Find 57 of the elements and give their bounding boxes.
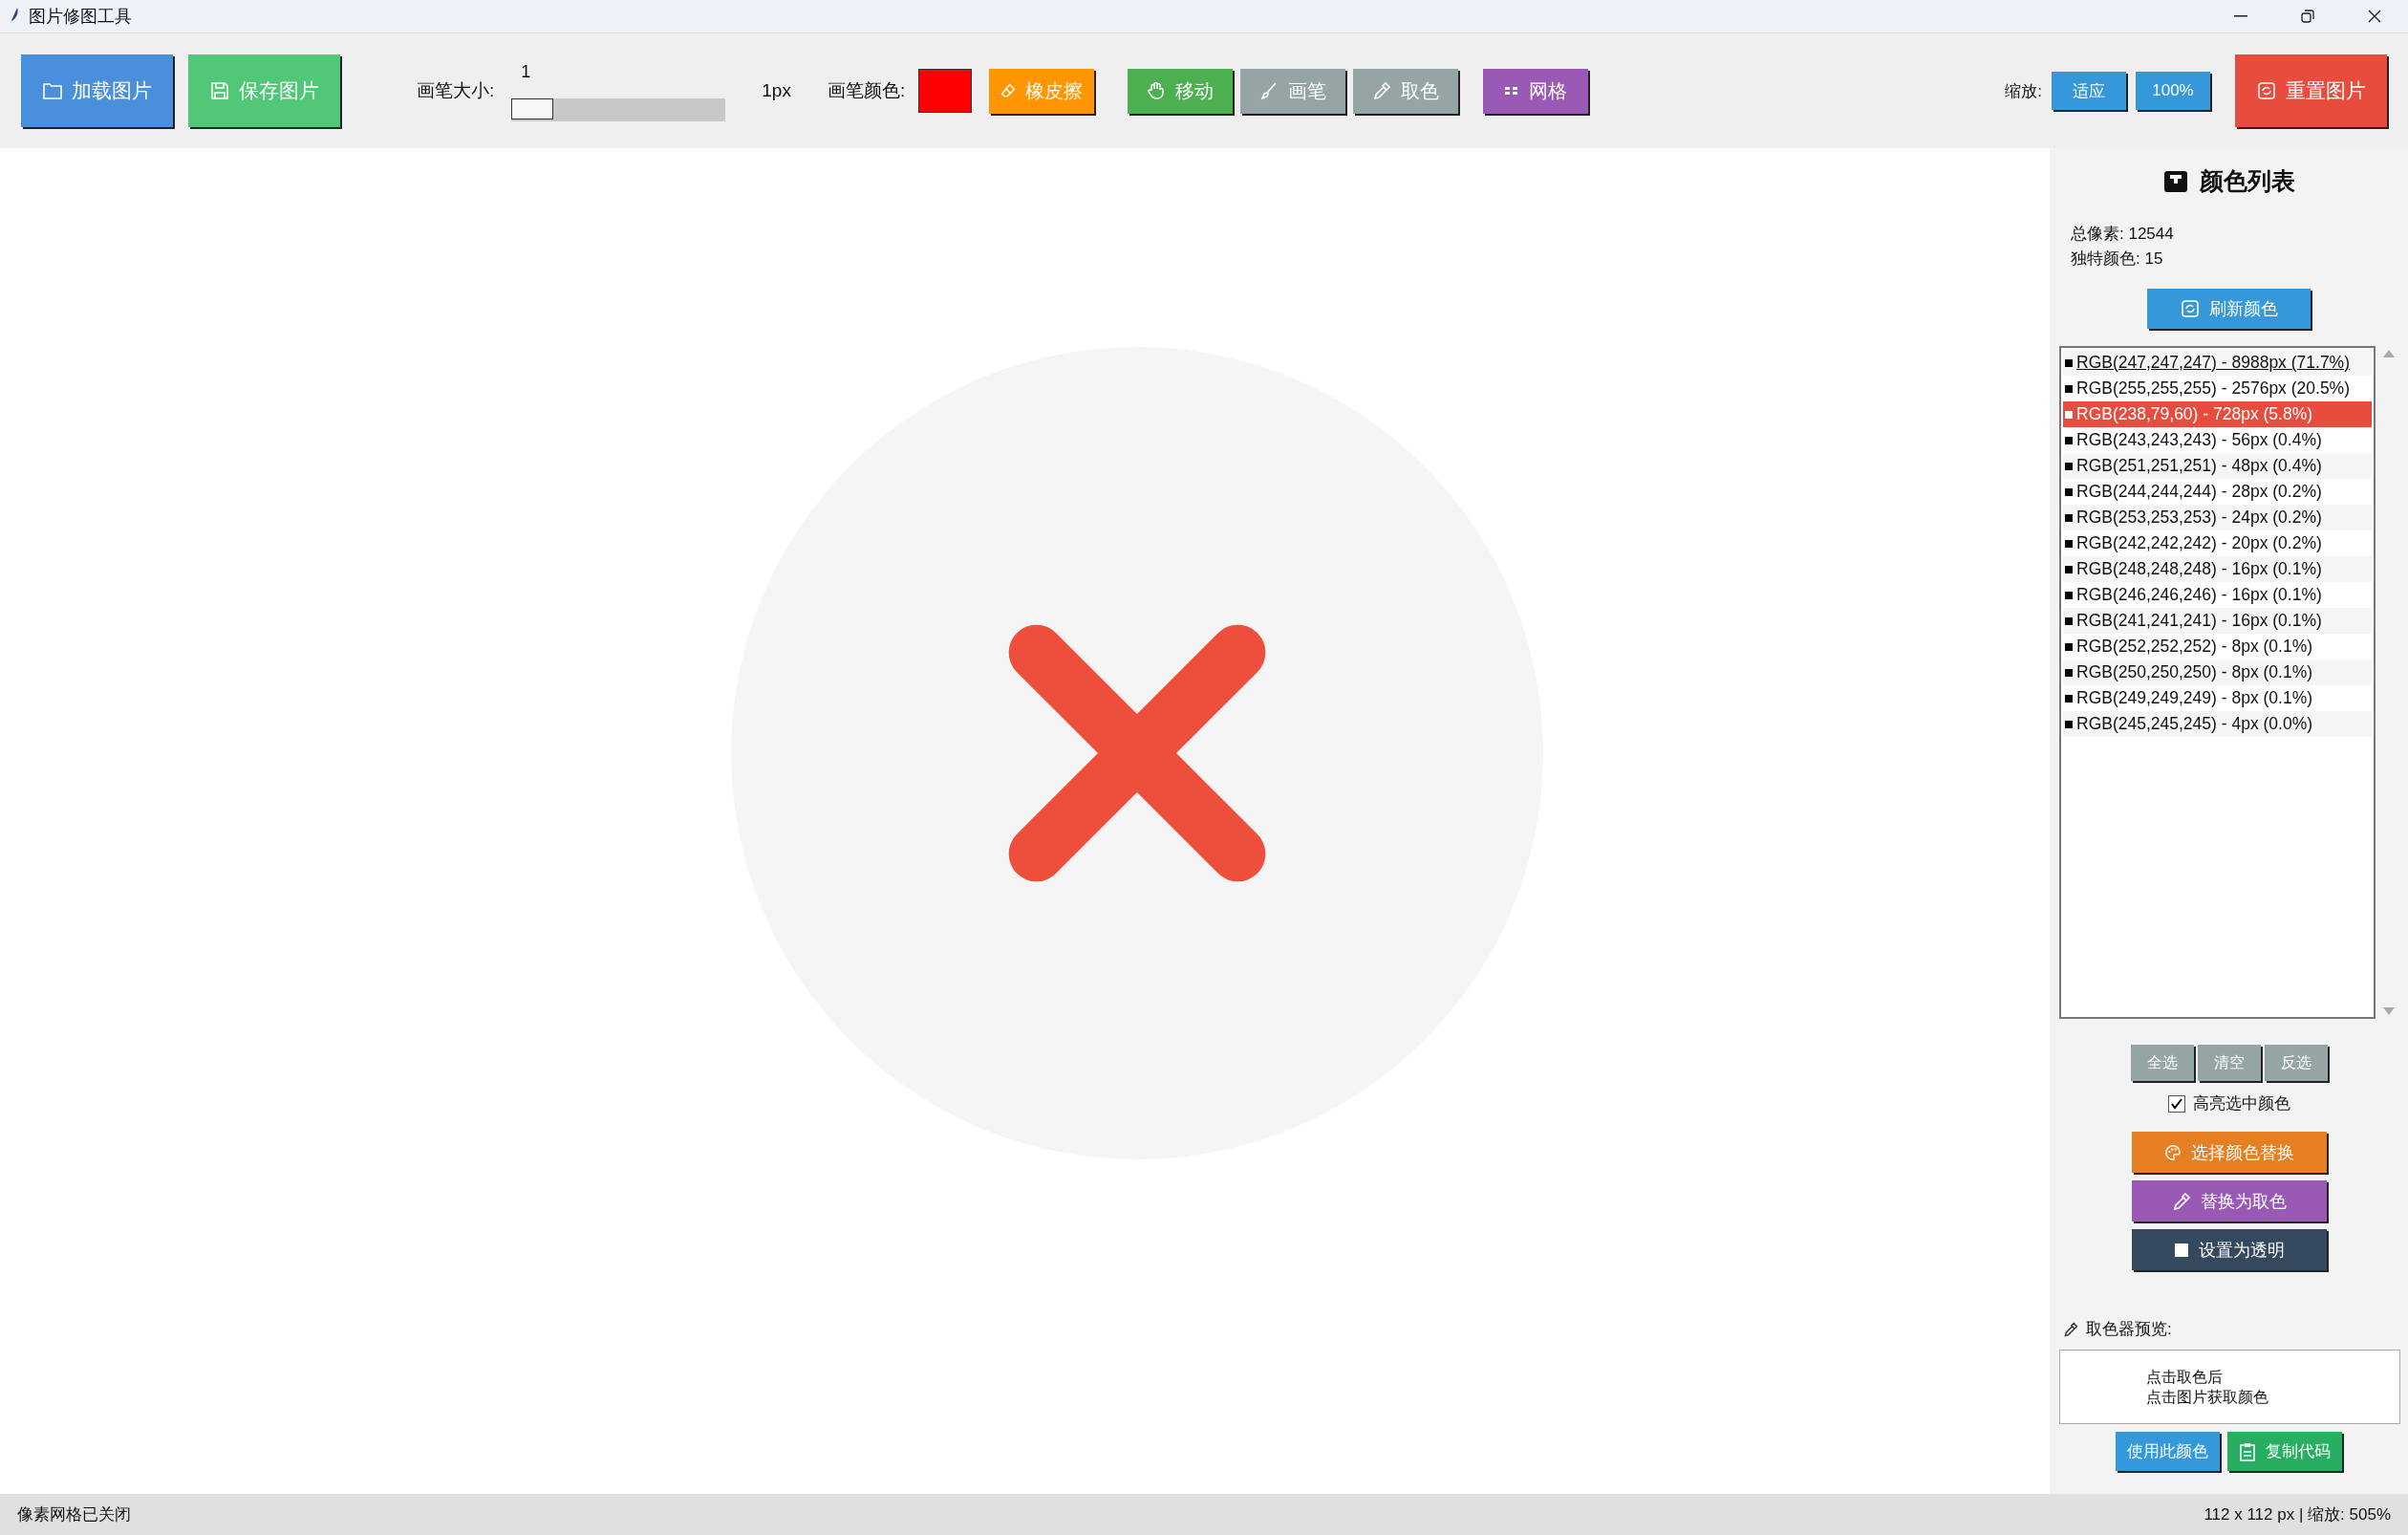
status-info: 112 x 112 px | 缩放: 505% — [2204, 1504, 2391, 1525]
toolbar-button[interactable]: 画笔 — [1240, 68, 1346, 114]
refresh-button[interactable]: 刷新颜色 — [2147, 289, 2311, 329]
refresh-icon — [2180, 299, 2200, 318]
panel-title: 颜色列表 — [2199, 166, 2295, 196]
list-button[interactable]: 反选 — [2264, 1045, 2328, 1081]
color-list-item[interactable]: RGB(248,248,248) - 16px (0.1%) — [2063, 556, 2372, 582]
palette-icon — [2163, 1143, 2182, 1161]
clipboard-icon — [2239, 1441, 2256, 1461]
square-icon — [2173, 1242, 2189, 1258]
toolbar-button[interactable]: 取色 — [1353, 68, 1459, 114]
picker-label: 取色器预览: — [2086, 1319, 2172, 1340]
grid-icon — [1504, 86, 1520, 96]
list-button[interactable]: 清空 — [2197, 1045, 2261, 1081]
toolbar-button[interactable]: 重置图片 — [2235, 54, 2387, 127]
folder-icon — [42, 82, 62, 99]
action-button[interactable]: 使用此颜色 — [2116, 1432, 2220, 1471]
color-list-item[interactable]: RGB(250,250,250) - 8px (0.1%) — [2063, 659, 2372, 685]
stat-text: 总像素: 12544 — [2071, 224, 2175, 245]
toolbar-button[interactable]: 移动 — [1128, 68, 1234, 114]
action-button[interactable]: 替换为取色 — [2131, 1180, 2327, 1222]
brush-icon — [1259, 81, 1279, 100]
color-list-item[interactable]: RGB(241,241,241) - 16px (0.1%) — [2063, 608, 2372, 634]
checkbox-box[interactable] — [2167, 1094, 2185, 1113]
stat-text: 独特颜色: 15 — [2071, 249, 2164, 270]
minimize-icon[interactable] — [2234, 15, 2247, 17]
highlight-checkbox[interactable]: 高亮选中颜色 — [2167, 1092, 2290, 1114]
picker-hint: 点击取色后 — [2146, 1368, 2224, 1387]
brush-color-label: 画笔颜色: — [827, 79, 906, 102]
action-button[interactable]: 复制代码 — [2227, 1432, 2342, 1471]
floppy-icon — [209, 81, 229, 100]
zoom-button[interactable]: 100% — [2136, 72, 2210, 110]
brush-color-swatch[interactable] — [918, 69, 973, 113]
color-list-item[interactable]: RGB(247,247,247) - 8988px (71.7%) — [2063, 350, 2372, 376]
color-list-item[interactable]: RGB(251,251,251) - 48px (0.4%) — [2063, 453, 2372, 479]
toolbar-button[interactable]: 加载图片 — [21, 54, 173, 127]
action-button[interactable]: 选择颜色替换 — [2131, 1132, 2327, 1173]
refresh-icon — [2256, 81, 2276, 100]
check-icon — [2170, 1097, 2182, 1110]
slider-value: 1 — [521, 62, 531, 82]
action-button[interactable]: 设置为透明 — [2131, 1229, 2327, 1270]
brush-size-reading: 1px — [762, 80, 791, 101]
window-title: 图片修图工具 — [29, 6, 133, 28]
restore-icon[interactable] — [2301, 10, 2314, 23]
color-list-item[interactable]: RGB(253,253,253) - 24px (0.2%) — [2063, 505, 2372, 530]
color-list-item[interactable]: RGB(245,245,245) - 4px (0.0%) — [2063, 711, 2372, 737]
color-list-item[interactable]: RGB(238,79,60) - 728px (5.8%) — [2063, 401, 2372, 427]
list-button[interactable]: 全选 — [2130, 1045, 2194, 1081]
brush-size-label: 画笔大小: — [417, 79, 495, 102]
slider-thumb[interactable] — [511, 98, 554, 119]
close-icon[interactable] — [2368, 10, 2381, 23]
toolbar-button[interactable]: 网格 — [1483, 68, 1589, 114]
zoom-button[interactable]: 适应 — [2052, 72, 2126, 110]
picker-hint: 点击图片获取颜色 — [2146, 1388, 2269, 1407]
hand-icon — [1147, 81, 1167, 100]
status-text: 像素网格已关闭 — [17, 1504, 131, 1525]
zoom-label: 缩放: — [2005, 80, 2042, 102]
